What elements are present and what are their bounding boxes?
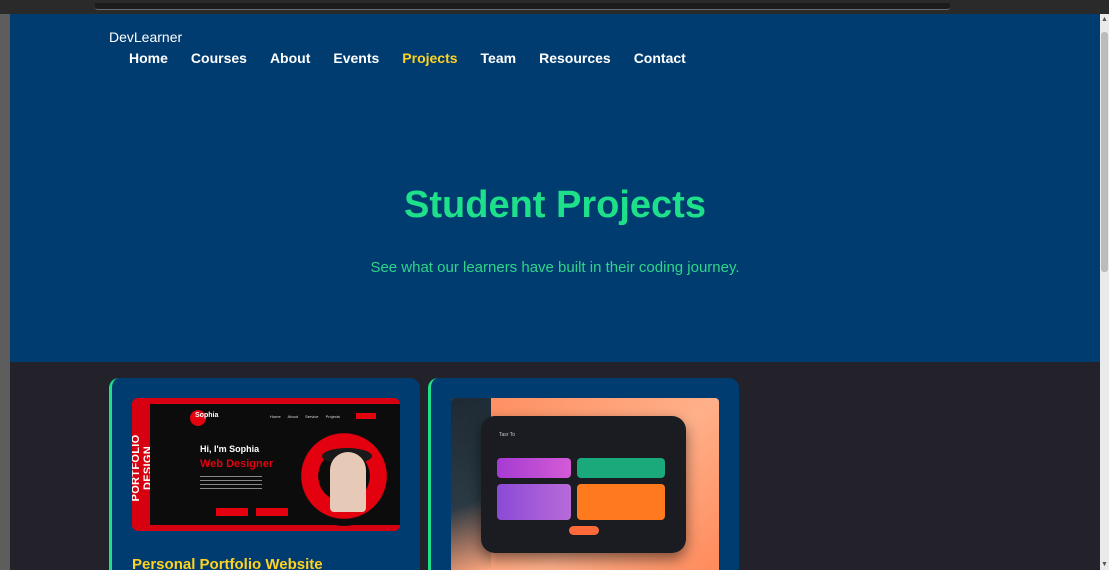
nav-team[interactable]: Team [481,50,517,66]
thumbnail-cta [356,413,376,419]
browser-top-bar [0,0,1109,14]
vertical-scrollbar[interactable]: ▲ ▼ [1100,14,1109,570]
nav-courses[interactable]: Courses [191,50,247,66]
task-app-thumbnail[interactable]: Tasr To [451,398,719,570]
thumbnail-screen: Sophia Home About Service Projects Hi, I… [150,404,400,526]
thumbnail-tile [497,484,571,520]
thumbnail-tile [577,484,665,520]
project-title[interactable]: Personal Portfolio Website [132,556,323,570]
nav-contact[interactable]: Contact [634,50,686,66]
page-title: Student Projects [404,184,706,226]
scrollbar-thumb[interactable] [1101,32,1108,272]
thumbnail-menu: Home About Service Projects [270,414,341,419]
nav-about[interactable]: About [270,50,310,66]
thumbnail-role: Web Designer [200,458,274,470]
thumbnail-app-title: Tasr To [499,432,516,438]
nav-resources[interactable]: Resources [539,50,611,66]
nav-projects[interactable]: Projects [402,50,457,66]
thumbnail-person [330,452,366,512]
scroll-down-icon[interactable]: ▼ [1100,561,1109,568]
thumbnail-blurb [200,476,262,490]
thumbnail-button [256,508,288,516]
thumbnail-pill [569,526,599,535]
thumbnail-tablet: Tasr To [481,416,686,553]
thumbnail-logo-text: Sophia [195,412,219,419]
scroll-up-icon[interactable]: ▲ [1100,16,1109,23]
brand-logo[interactable]: DevLearner [109,29,182,45]
nav-home[interactable]: Home [129,50,168,66]
hero-section: DevLearner Home Courses About Events Pro… [10,14,1100,362]
thumbnail-greeting: Hi, I'm Sophia [200,444,260,454]
thumbnail-tile [497,458,571,478]
thumbnail-tile [577,458,665,478]
address-bar-edge [95,3,950,10]
project-card[interactable]: Tasr To [428,378,739,570]
project-card[interactable]: PORTFOLIO DESIGN Sophia Home About Servi… [109,378,420,570]
nav-events[interactable]: Events [333,50,379,66]
page-viewport: DevLearner Home Courses About Events Pro… [10,14,1100,570]
main-nav: Home Courses About Events Projects Team … [129,50,709,66]
thumbnail-button [216,508,248,516]
page-subtitle: See what our learners have built in thei… [370,259,740,276]
portfolio-thumbnail[interactable]: PORTFOLIO DESIGN Sophia Home About Servi… [132,398,400,531]
